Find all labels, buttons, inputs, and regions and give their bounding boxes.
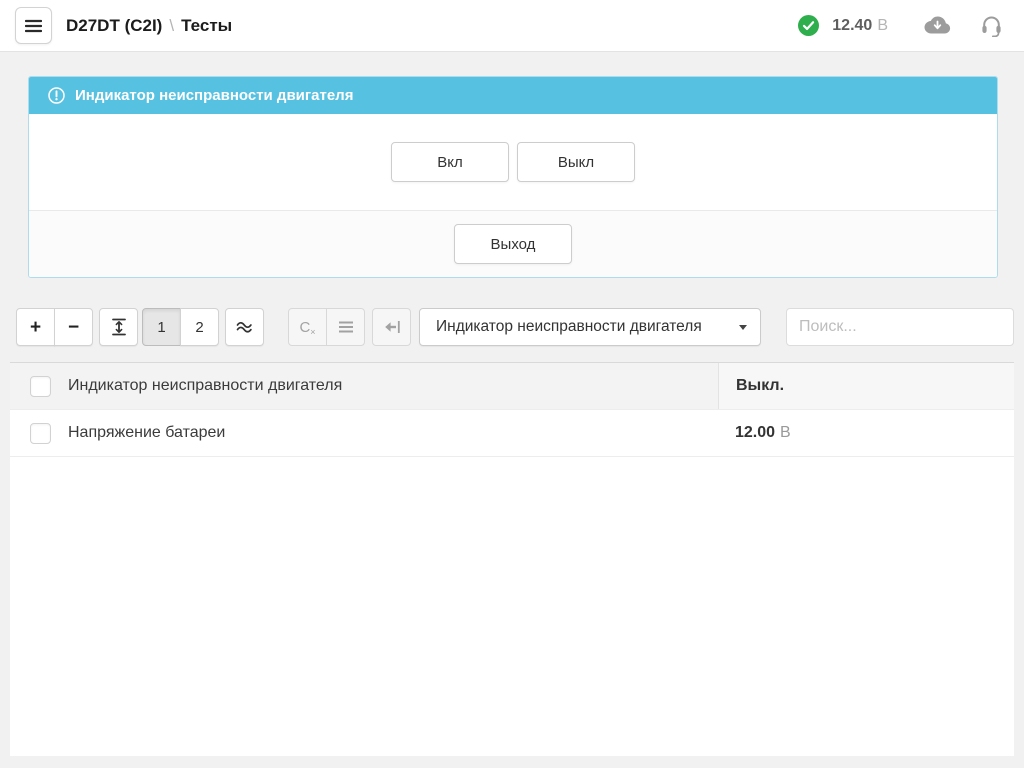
row-checkbox[interactable] <box>30 376 51 397</box>
off-button[interactable]: Выкл <box>517 142 635 182</box>
collapse-button[interactable] <box>372 308 411 346</box>
parameter-value: 12.00 <box>735 424 775 442</box>
hamburger-icon <box>25 19 42 33</box>
arrow-to-left-icon <box>384 320 400 334</box>
toolbar: + − 1 2 C× Индикатор неисправности двига… <box>16 308 1014 346</box>
menu-button[interactable] <box>15 7 52 44</box>
clear-values-icon: C <box>299 319 310 336</box>
top-bar: D27DT (C2I) \ Тесты 12.40 В <box>0 0 1024 52</box>
parameter-unit: В <box>780 424 791 442</box>
list-icon <box>338 321 354 333</box>
test-select-dropdown[interactable]: Индикатор неисправности двигателя <box>419 308 761 346</box>
test-panel-header: Индикатор неисправности двигателя <box>29 77 997 114</box>
voltage-unit: В <box>877 17 888 34</box>
voltage-value: 12.40 <box>832 17 872 34</box>
text-height-button[interactable] <box>99 308 138 346</box>
cloud-download-icon[interactable] <box>924 16 951 35</box>
zoom-button-group: + − <box>16 308 93 346</box>
parameter-value-cell: 12.00 В <box>718 410 1014 456</box>
parameter-value: Выкл. <box>736 377 784 395</box>
page-button-group: 1 2 <box>142 308 219 346</box>
test-panel-title: Индикатор неисправности двигателя <box>75 87 353 104</box>
topbar-status-area: 12.40 В <box>798 15 1002 37</box>
connection-ok-icon <box>798 15 819 36</box>
page-2-button[interactable]: 2 <box>180 308 219 346</box>
on-button[interactable]: Вкл <box>391 142 509 182</box>
chevron-down-icon <box>739 325 747 330</box>
info-icon <box>48 87 65 104</box>
test-panel-footer: Выход <box>29 211 997 277</box>
zoom-out-button[interactable]: − <box>54 308 93 346</box>
page-1-button[interactable]: 1 <box>142 308 181 346</box>
table-row[interactable]: Индикатор неисправности двигателя Выкл. <box>10 363 1014 410</box>
parameter-value-cell: Выкл. <box>718 363 1014 409</box>
clear-list-button-group: C× <box>288 308 365 346</box>
parameter-name: Индикатор неисправности двигателя <box>68 377 342 395</box>
breadcrumb-model: D27DT (C2I) <box>66 16 162 36</box>
breadcrumb-section: Тесты <box>181 16 232 36</box>
breadcrumb: D27DT (C2I) \ Тесты <box>66 16 232 36</box>
list-view-button[interactable] <box>326 308 365 346</box>
test-select-value: Индикатор неисправности двигателя <box>436 318 702 336</box>
clear-values-button[interactable]: C× <box>288 308 327 346</box>
table-row[interactable]: Напряжение батареи 12.00 В <box>10 410 1014 457</box>
zoom-in-button[interactable]: + <box>16 308 55 346</box>
text-height-icon <box>111 318 127 336</box>
search-input[interactable] <box>786 308 1014 346</box>
graph-wave-button[interactable] <box>225 308 264 346</box>
parameter-name-cell: Индикатор неисправности двигателя <box>10 363 718 409</box>
row-checkbox[interactable] <box>30 423 51 444</box>
battery-voltage-indicator: 12.40 В <box>832 17 888 35</box>
headset-icon[interactable] <box>981 15 1002 37</box>
parameter-name: Напряжение батареи <box>68 424 225 442</box>
parameter-table: Индикатор неисправности двигателя Выкл. … <box>10 362 1014 756</box>
wave-icon <box>236 320 254 334</box>
parameter-name-cell: Напряжение батареи <box>10 410 718 456</box>
test-panel-body: Вкл Выкл <box>29 114 997 211</box>
test-panel: Индикатор неисправности двигателя Вкл Вы… <box>28 76 998 278</box>
breadcrumb-separator: \ <box>169 16 174 36</box>
exit-button[interactable]: Выход <box>454 224 572 264</box>
